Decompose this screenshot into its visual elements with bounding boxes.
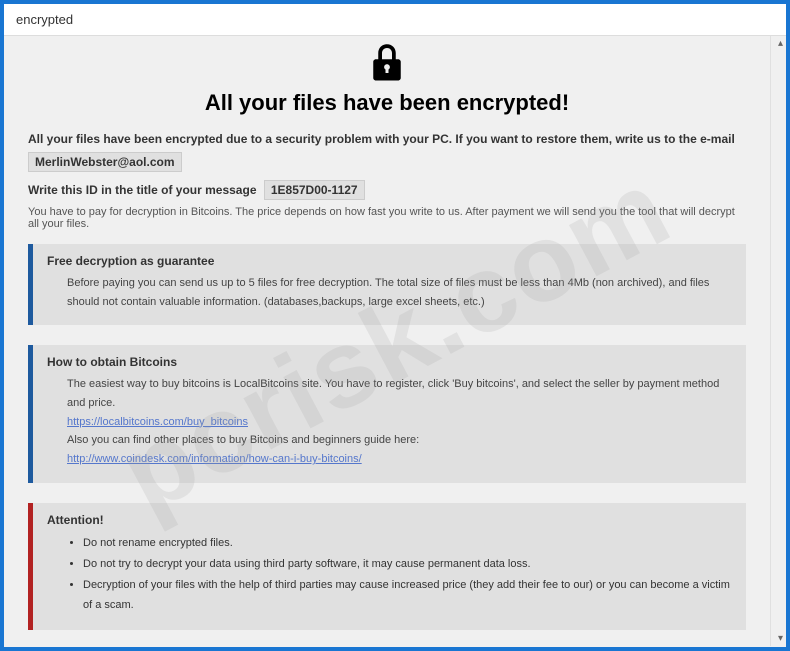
content-area: ▴ ▾ pcrisk.com All your files have been … [4,36,786,646]
bitcoins-line2: Also you can find other places to buy Bi… [67,431,732,450]
list-item: Decryption of your files with the help o… [83,575,732,617]
id-instruction: Write this ID in the title of your messa… [28,180,746,200]
intro-text: All your files have been encrypted due t… [28,132,746,146]
bitcoins-title: How to obtain Bitcoins [47,355,732,369]
guarantee-box: Free decryption as guarantee Before payi… [28,244,746,325]
payment-note: You have to pay for decryption in Bitcoi… [28,206,746,230]
contact-email: MerlinWebster@aol.com [28,152,182,172]
bitcoins-link1[interactable]: https://localbitcoins.com/buy_bitcoins [67,416,248,428]
attention-title: Attention! [47,513,732,527]
bitcoins-body: The easiest way to buy bitcoins is Local… [47,375,732,468]
bitcoins-link2[interactable]: http://www.coindesk.com/information/how-… [67,453,362,465]
scroll-down-icon[interactable]: ▾ [778,633,783,644]
bitcoins-line1: The easiest way to buy bitcoins is Local… [67,375,732,412]
guarantee-title: Free decryption as guarantee [47,254,732,268]
main-content: All your files have been encrypted! All … [4,36,770,646]
bitcoins-box: How to obtain Bitcoins The easiest way t… [28,345,746,482]
id-value: 1E857D00-1127 [264,180,365,200]
list-item: Do not rename encrypted files. [83,533,732,554]
window-title-bar: encrypted [4,4,786,36]
window-title: encrypted [16,12,73,27]
attention-list: Do not rename encrypted files. Do not tr… [47,533,732,617]
attention-box: Attention! Do not rename encrypted files… [28,503,746,631]
vertical-scrollbar[interactable]: ▴ ▾ [770,36,786,646]
guarantee-body: Before paying you can send us up to 5 fi… [47,274,732,311]
lock-icon [372,44,402,82]
id-prefix: Write this ID in the title of your messa… [28,183,257,197]
scroll-up-icon[interactable]: ▴ [778,38,783,49]
list-item: Do not try to decrypt your data using th… [83,554,732,575]
page-title: All your files have been encrypted! [28,90,746,116]
